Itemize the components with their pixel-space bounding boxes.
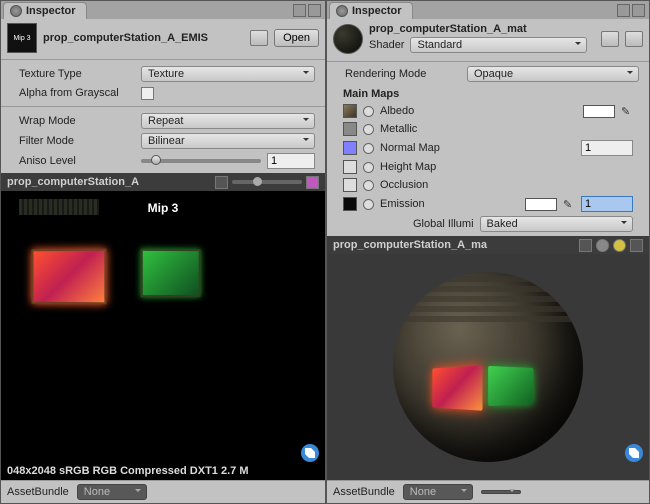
lock-icon[interactable] [617,4,630,17]
occlusion-label: Occlusion [380,179,633,191]
main-maps-label: Main Maps [343,86,633,102]
metallic-label: Metallic [380,123,633,135]
tab-bar: Inspector [1,1,325,19]
menu-icon[interactable] [308,4,321,17]
emission-color[interactable] [525,198,557,211]
light-icon[interactable] [613,239,626,252]
height-swatch[interactable] [343,160,357,174]
assetbundle-row: AssetBundle None [1,480,325,503]
material-inspector-panel: Inspector prop_computerStation_A_mat Sha… [326,0,650,504]
shader-dropdown[interactable]: Standard [410,37,587,53]
rendering-mode-dropdown[interactable]: Opaque [467,66,639,82]
checker-icon[interactable] [306,176,319,189]
preview-title: prop_computerStation_A [7,176,211,188]
preview-title: prop_computerStation_A_ma [333,239,575,251]
emission-radio[interactable] [363,199,374,210]
alpha-grayscale-label: Alpha from Grayscal [19,87,137,99]
filter-mode-dropdown[interactable]: Bilinear [141,133,315,149]
menu-icon[interactable] [632,4,645,17]
emissive-screen-red [32,249,107,305]
label-icon[interactable] [625,444,643,462]
normal-swatch[interactable] [343,141,357,155]
tab-label: Inspector [352,5,402,17]
aniso-label: Aniso Level [19,155,137,167]
info-icon [336,5,348,17]
texture-preview[interactable]: Mip 3 048x2048 sRGB RGB Compressed DXT1 … [1,191,325,480]
lock-icon[interactable] [293,4,306,17]
texture-info: 048x2048 sRGB RGB Compressed DXT1 2.7 M [1,462,325,480]
normal-value-input[interactable] [581,140,633,156]
texture-thumbnail: Mip 3 [7,23,37,53]
wrap-mode-label: Wrap Mode [19,115,137,127]
material-sphere [393,272,583,462]
occlusion-radio[interactable] [363,180,374,191]
menu-icon[interactable] [215,176,228,189]
height-label: Height Map [380,161,633,173]
asset-ref-icon[interactable] [250,30,268,46]
assetbundle-label: AssetBundle [7,486,69,498]
asset-header: Mip 3 prop_computerStation_A_EMIS Open [1,19,325,57]
aniso-input[interactable] [267,153,315,169]
height-radio[interactable] [363,162,374,173]
assetbundle-dropdown[interactable]: None [403,484,473,500]
asset-name: prop_computerStation_A_mat [369,23,595,35]
tab-inspector[interactable]: Inspector [3,2,87,19]
occlusion-swatch[interactable] [343,178,357,192]
preview-header: prop_computerStation_A_ma [327,236,649,254]
assetbundle-dropdown[interactable]: None [77,484,147,500]
emission-swatch[interactable] [343,197,357,211]
filter-mode-label: Filter Mode [19,135,137,147]
shader-label: Shader [369,39,404,51]
tab-inspector[interactable]: Inspector [329,2,413,19]
asset-name: prop_computerStation_A_EMIS [43,32,244,44]
asset-header: prop_computerStation_A_mat Shader Standa… [327,19,649,59]
label-icon[interactable] [301,444,319,462]
texture-type-label: Texture Type [19,68,137,80]
open-button[interactable]: Open [274,29,319,47]
help-icon[interactable] [601,31,619,47]
assetbundle-label: AssetBundle [333,486,395,498]
assetbundle-row: AssetBundle None [327,480,649,503]
texture-inspector-panel: Inspector Mip 3 prop_computerStation_A_E… [0,0,326,504]
preview-header: prop_computerStation_A [1,173,325,191]
metallic-swatch[interactable] [343,122,357,136]
texture-type-dropdown[interactable]: Texture [141,66,315,82]
emission-value-input[interactable] [581,196,633,212]
material-thumbnail [333,24,363,54]
assetbundle-variant-dropdown[interactable] [481,490,521,494]
dot-icon[interactable] [596,239,609,252]
wrap-mode-dropdown[interactable]: Repeat [141,113,315,129]
albedo-radio[interactable] [363,106,374,117]
rendering-mode-label: Rendering Mode [345,68,463,80]
emissive-screen-green [141,249,201,298]
eyedropper-icon[interactable] [621,105,633,117]
mip-label: Mip 3 [148,201,179,215]
tab-label: Inspector [26,5,76,17]
gear-icon[interactable] [625,31,643,47]
global-illum-dropdown[interactable]: Baked [480,216,633,232]
normal-radio[interactable] [363,143,374,154]
tab-bar: Inspector [327,1,649,19]
aniso-slider[interactable] [141,159,261,163]
eyedropper-icon[interactable] [563,198,575,210]
normal-label: Normal Map [380,142,575,154]
info-icon [10,5,22,17]
mip-slider[interactable] [232,180,302,184]
metallic-radio[interactable] [363,124,374,135]
global-illum-label: Global Illumi [413,218,474,230]
albedo-color[interactable] [583,105,615,118]
material-preview[interactable] [327,254,649,480]
play-icon[interactable] [579,239,592,252]
alpha-grayscale-checkbox[interactable] [141,87,154,100]
albedo-label: Albedo [380,105,577,117]
menu-icon[interactable] [630,239,643,252]
emission-label: Emission [380,198,519,210]
albedo-swatch[interactable] [343,104,357,118]
